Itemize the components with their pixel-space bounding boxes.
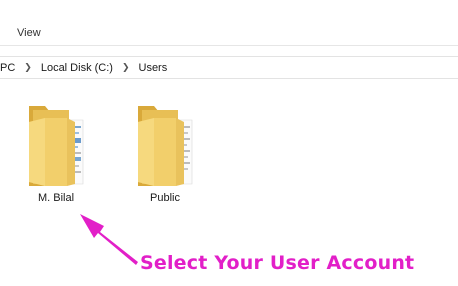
folder-icon <box>29 106 84 186</box>
folder-label: M. Bilal <box>37 192 75 204</box>
ribbon: View <box>0 0 458 46</box>
chevron-right-icon[interactable]: ❯ <box>116 62 136 73</box>
tab-view[interactable]: View <box>17 27 41 39</box>
breadcrumb-item-local-disk[interactable]: Local Disk (C:) <box>38 62 116 74</box>
breadcrumb-item-users[interactable]: Users <box>136 62 171 74</box>
folder-icon <box>138 106 193 186</box>
annotation-callout: Select Your User Account <box>140 252 415 274</box>
chevron-right-icon[interactable]: ❯ <box>18 62 38 73</box>
folder-m-bilal[interactable]: M. Bilal <box>11 104 101 204</box>
folder-public[interactable]: Public <box>120 104 210 204</box>
folder-label: Public <box>150 192 180 204</box>
address-bar[interactable]: PC ❯ Local Disk (C:) ❯ Users <box>0 56 458 79</box>
breadcrumb-item-this-pc[interactable]: PC <box>0 62 18 74</box>
